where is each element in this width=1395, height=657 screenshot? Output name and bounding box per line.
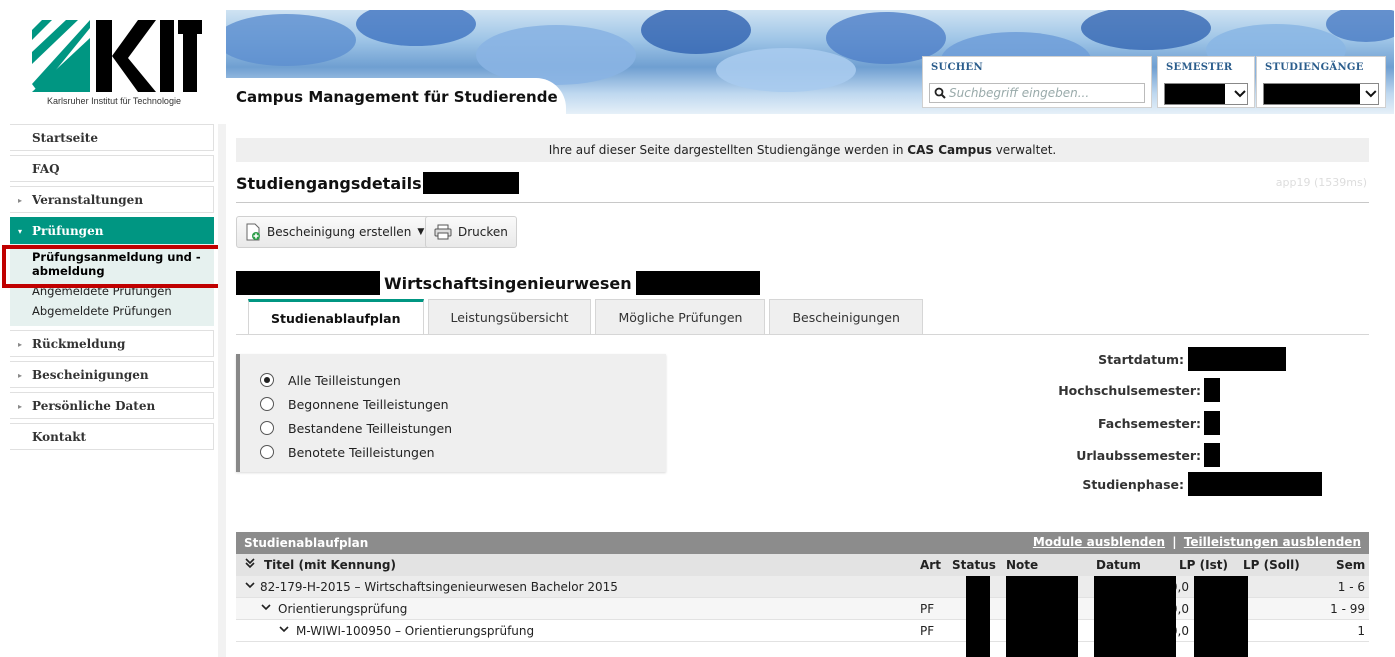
chevron-down-icon[interactable] bbox=[244, 576, 256, 598]
chevron-right-icon: ▸ bbox=[18, 338, 23, 349]
table-header-row: Titel (mit Kennung) Art Status Note Datu… bbox=[236, 554, 1369, 576]
sidebar-item-kontakt[interactable]: Kontakt bbox=[10, 423, 214, 450]
hide-parts-link[interactable]: Teilleistungen ausblenden bbox=[1184, 535, 1361, 549]
hide-modules-link[interactable]: Module ausblenden bbox=[1033, 535, 1165, 549]
tab-leistungsuebersicht[interactable]: Leistungsübersicht bbox=[427, 299, 592, 335]
app-info: app19 (1539ms) bbox=[1275, 176, 1367, 189]
page-title-redacted bbox=[423, 172, 519, 194]
search-placeholder: Suchbegriff eingeben... bbox=[949, 86, 1090, 100]
col-title[interactable]: Titel (mit Kennung) bbox=[264, 554, 396, 576]
kit-logo[interactable]: Karlsruher Institut für Technologie bbox=[10, 10, 218, 110]
semester-select[interactable] bbox=[1164, 83, 1248, 105]
col-lp-soll[interactable]: LP (Soll) bbox=[1243, 554, 1300, 576]
sidebar-item-startseite[interactable]: Startseite bbox=[10, 124, 214, 151]
chevron-right-icon: ▸ bbox=[18, 369, 23, 380]
programs-label: STUDIENGÄNGE bbox=[1265, 62, 1364, 73]
main-content: Ihre auf dieser Seite dargestellten Stud… bbox=[226, 124, 1395, 657]
printer-icon bbox=[434, 224, 452, 240]
print-button[interactable]: Drucken bbox=[425, 216, 517, 248]
study-plan-table: Studienablaufplan Module ausblenden | Te… bbox=[236, 532, 1369, 657]
sidebar-item-pruefungen[interactable]: ▾ Prüfungen bbox=[10, 217, 214, 244]
create-certificate-button[interactable]: Bescheinigung erstellen ▼ bbox=[236, 216, 434, 248]
program-suffix-redacted bbox=[635, 271, 760, 295]
sidebar-item-bescheinigungen[interactable]: ▸ Bescheinigungen bbox=[10, 361, 214, 388]
sidebar-item-rueckmeldung[interactable]: ▸ Rückmeldung bbox=[10, 330, 214, 357]
chevron-down-icon bbox=[1234, 90, 1246, 98]
caret-down-icon: ▼ bbox=[417, 227, 425, 237]
chevron-right-icon: ▸ bbox=[18, 400, 23, 411]
chevron-right-icon: ▸ bbox=[18, 194, 23, 205]
tab-moegliche-pruefungen[interactable]: Mögliche Prüfungen bbox=[595, 299, 766, 335]
info-studienphase: Studienphase: bbox=[226, 472, 1322, 496]
program-heading: Wirtschaftsingenieurwesen bbox=[236, 271, 760, 295]
semester-label: SEMESTER bbox=[1166, 62, 1233, 73]
info-hochschulsemester: Hochschulsemester: bbox=[226, 378, 1220, 402]
tab-studienablaufplan[interactable]: Studienablaufplan bbox=[248, 299, 424, 335]
sidebar-item-persoenliche-daten[interactable]: ▸ Persönliche Daten bbox=[10, 392, 214, 419]
search-box: SUCHEN Suchbegriff eingeben... bbox=[922, 56, 1152, 108]
note-redacted bbox=[1006, 576, 1078, 657]
kit-logo-mark-icon bbox=[32, 20, 202, 92]
semester-value-redacted bbox=[1165, 84, 1225, 104]
chevron-down-icon[interactable] bbox=[278, 620, 290, 642]
semester-box: SEMESTER bbox=[1157, 56, 1255, 108]
programs-box: STUDIENGÄNGE bbox=[1256, 56, 1386, 108]
col-status[interactable]: Status bbox=[952, 554, 996, 576]
search-icon bbox=[934, 87, 946, 99]
page-title: Studiengangsdetails bbox=[236, 174, 422, 193]
document-add-icon bbox=[245, 223, 261, 241]
logo-subtitle: Karlsruher Institut für Technologie bbox=[47, 96, 181, 106]
col-art[interactable]: Art bbox=[920, 554, 941, 576]
date-redacted bbox=[1094, 576, 1176, 657]
tab-bescheinigungen[interactable]: Bescheinigungen bbox=[769, 299, 923, 335]
info-fachsemester: Fachsemester: bbox=[226, 411, 1220, 435]
sidebar-item-veranstaltungen[interactable]: ▸ Veranstaltungen bbox=[10, 186, 214, 213]
header: Karlsruher Institut für Technologie Camp… bbox=[0, 0, 1395, 118]
status-redacted bbox=[966, 576, 990, 657]
program-title: Wirtschaftsingenieurwesen bbox=[384, 273, 632, 293]
notice-banner: Ihre auf dieser Seite dargestellten Stud… bbox=[236, 138, 1369, 162]
col-lp-ist[interactable]: LP (Ist) bbox=[1179, 554, 1228, 576]
search-input[interactable]: Suchbegriff eingeben... bbox=[929, 83, 1145, 103]
col-date[interactable]: Datum bbox=[1096, 554, 1141, 576]
chevron-down-icon[interactable] bbox=[260, 598, 272, 620]
lp-ist-redacted bbox=[1194, 576, 1248, 657]
program-prefix-redacted bbox=[236, 271, 380, 295]
table-title: Studienablaufplan bbox=[244, 536, 369, 550]
programs-select[interactable] bbox=[1263, 83, 1379, 105]
sidebar-item-faq[interactable]: FAQ bbox=[10, 155, 214, 182]
sidebar: Startseite FAQ ▸ Veranstaltungen ▾ Prüfu… bbox=[10, 124, 214, 454]
collapse-all-icon[interactable] bbox=[244, 554, 256, 576]
chevron-down-icon bbox=[1365, 90, 1377, 98]
col-sem[interactable]: Sem bbox=[1336, 554, 1365, 576]
col-note[interactable]: Note bbox=[1006, 554, 1038, 576]
search-label: SUCHEN bbox=[931, 62, 983, 73]
app-title: Campus Management für Studierende bbox=[236, 88, 558, 106]
info-startdatum: Startdatum: bbox=[226, 347, 1286, 371]
sidebar-subitem-abgemeldete[interactable]: Abgemeldete Prüfungen bbox=[32, 304, 214, 318]
chevron-down-icon: ▾ bbox=[18, 225, 23, 236]
table-title-bar: Studienablaufplan Module ausblenden | Te… bbox=[236, 532, 1369, 554]
programs-value-redacted bbox=[1264, 84, 1361, 104]
highlight-annotation-box bbox=[2, 245, 226, 288]
notice-system-name: CAS Campus bbox=[907, 143, 992, 157]
info-urlaubssemester: Urlaubssemester: bbox=[226, 443, 1220, 467]
tab-bar: Studienablaufplan Leistungsübersicht Mög… bbox=[248, 299, 927, 335]
